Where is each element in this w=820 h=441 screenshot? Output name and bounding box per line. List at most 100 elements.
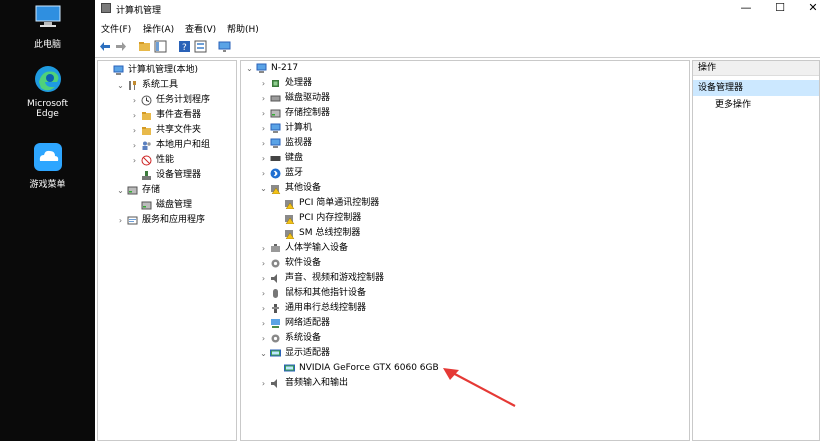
- computer-icon: [35, 5, 60, 27]
- chevron-right-icon[interactable]: ›: [130, 123, 139, 138]
- chevron-right-icon[interactable]: ›: [259, 106, 268, 121]
- console-tree-item-label: 计算机管理(本地): [128, 65, 199, 75]
- edge-shortcut[interactable]: Microsoft Edge: [0, 64, 95, 119]
- device-tree-item-label: PCI 内存控制器: [299, 213, 362, 223]
- chevron-right-icon[interactable]: ›: [259, 331, 268, 346]
- app-icon: [101, 3, 111, 13]
- menu-view[interactable]: 查看(V): [185, 22, 216, 35]
- chevron-right-icon[interactable]: ›: [259, 121, 268, 136]
- menu-help[interactable]: 帮助(H): [227, 22, 259, 35]
- keyboard-icon: [270, 153, 281, 164]
- chevron-down-icon[interactable]: ⌄: [116, 78, 125, 93]
- speaker-icon: [270, 378, 281, 389]
- chevron-right-icon[interactable]: ›: [130, 93, 139, 108]
- speaker-icon: [270, 273, 281, 284]
- desktop: 此电脑 Microsoft Edge 游戏菜单: [0, 0, 95, 441]
- computer-icon: [270, 123, 281, 134]
- chevron-right-icon[interactable]: ›: [259, 256, 268, 271]
- device-tree-item-label: 处理器: [285, 78, 313, 88]
- monitor-icon[interactable]: [218, 40, 231, 53]
- chevron-right-icon[interactable]: ›: [130, 108, 139, 123]
- chevron-right-icon[interactable]: ›: [259, 241, 268, 256]
- device-tree-item-label: 蓝牙: [285, 168, 304, 178]
- computer-icon: [270, 138, 281, 149]
- chevron-right-icon[interactable]: ›: [259, 76, 268, 91]
- task-scheduler-clock-icon: [141, 95, 152, 106]
- menu-file[interactable]: 文件(F): [101, 22, 131, 35]
- console-tree-item-label: 磁盘管理: [156, 200, 193, 210]
- chevron-right-icon[interactable]: ›: [130, 153, 139, 168]
- usb-icon: [270, 303, 281, 314]
- maximize-button[interactable]: ☐: [762, 0, 798, 18]
- chevron-right-icon[interactable]: ›: [259, 316, 268, 331]
- chevron-right-icon[interactable]: ›: [130, 138, 139, 153]
- chevron-right-icon[interactable]: ›: [259, 286, 268, 301]
- chevron-right-icon[interactable]: ›: [259, 376, 268, 391]
- device-manager-icon: [141, 170, 152, 181]
- properties-icon[interactable]: [194, 40, 207, 53]
- unknown-device-warning-icon: [284, 213, 295, 225]
- menu-action[interactable]: 操作(A): [143, 22, 174, 35]
- actions-group-device-manager[interactable]: 设备管理器: [693, 80, 819, 96]
- device-tree-item-label: 网络适配器: [285, 318, 331, 328]
- chevron-down-icon[interactable]: ⌄: [259, 346, 268, 361]
- up-folder-icon[interactable]: [138, 40, 151, 53]
- gear-icon: [270, 333, 281, 344]
- computer-icon: [256, 63, 267, 74]
- console-tree-item-label: 共享文件夹: [156, 125, 202, 135]
- close-button[interactable]: ✕: [795, 0, 820, 18]
- device-tree-item-label: 通用串行总线控制器: [285, 303, 367, 313]
- help-icon[interactable]: ?: [178, 40, 191, 53]
- console-tree-item-label: 任务计划程序: [156, 95, 211, 105]
- chevron-right-icon[interactable]: ›: [259, 271, 268, 286]
- device-tree-item-label: NVIDIA GeForce GTX 6060 6GB: [299, 363, 439, 373]
- desktop-icon-label: Microsoft Edge: [27, 99, 68, 119]
- show-hide-tree-icon[interactable]: [154, 40, 167, 53]
- minimize-button[interactable]: —: [728, 0, 764, 18]
- users-icon: [141, 140, 152, 151]
- device-tree-item-label: 音频输入和输出: [285, 378, 349, 388]
- device-tree-item-label: 软件设备: [285, 258, 322, 268]
- actions-pane: 操作 设备管理器 更多操作: [692, 60, 820, 441]
- device-tree-item-label: 磁盘驱动器: [285, 93, 331, 103]
- chevron-right-icon[interactable]: ›: [259, 166, 268, 181]
- forward-arrow-icon[interactable]: [114, 40, 127, 53]
- gear-icon: [270, 258, 281, 269]
- storage-icon: [141, 200, 152, 211]
- svg-text:?: ?: [182, 43, 187, 53]
- chevron-right-icon[interactable]: ›: [259, 151, 268, 166]
- device-tree-item-label: 声音、视频和游戏控制器: [285, 273, 385, 283]
- device-tree-item-label: 其他设备: [285, 183, 322, 193]
- storage-icon: [270, 108, 281, 119]
- chevron-right-icon[interactable]: ›: [259, 91, 268, 106]
- services-icon: [127, 215, 138, 226]
- chevron-down-icon[interactable]: ⌄: [116, 183, 125, 198]
- device-tree-item-label: 鼠标和其他指针设备: [285, 288, 367, 298]
- unknown-device-warning-icon: [284, 198, 295, 210]
- device-tree-item-label: 键盘: [285, 153, 304, 163]
- device-tree-item-label: 存储控制器: [285, 108, 331, 118]
- device-tree-item-label: N-217: [271, 63, 299, 73]
- chevron-down-icon[interactable]: ⌄: [245, 61, 254, 76]
- device-tree-item-label: 人体学输入设备: [285, 243, 349, 253]
- console-tree-item-label: 事件查看器: [156, 110, 202, 120]
- folder-icon: [141, 110, 152, 121]
- unknown-device-warning-icon: [284, 228, 295, 240]
- toolbar: ?: [95, 37, 820, 58]
- console-tree-pane: 计算机管理(本地) ⌄ 系统工具 › 任务计划程序 › 事件查看器 › 共享文件夹 › 本地用户和组…: [97, 60, 237, 441]
- chevron-right-icon[interactable]: ›: [259, 136, 268, 151]
- device-tree-item-label: PCI 简单通讯控制器: [299, 198, 380, 208]
- device-tree-item-label: 显示适配器: [285, 348, 331, 358]
- chevron-right-icon[interactable]: ›: [116, 213, 125, 228]
- game-menu-shortcut[interactable]: 游戏菜单: [0, 142, 95, 190]
- folder-icon: [141, 125, 152, 136]
- computer-management-window: 计算机管理 — ☐ ✕ 文件(F) 操作(A) 查看(V) 帮助(H) ? 计算…: [95, 0, 820, 441]
- chevron-down-icon[interactable]: ⌄: [259, 181, 268, 196]
- more-actions-link[interactable]: 更多操作: [693, 97, 819, 113]
- processor-icon: [270, 78, 281, 89]
- hid-icon: [270, 243, 281, 254]
- chevron-right-icon[interactable]: ›: [259, 301, 268, 316]
- console-tree-item-label: 设备管理器: [156, 170, 202, 180]
- back-arrow-icon[interactable]: [99, 40, 112, 53]
- this-pc-shortcut[interactable]: 此电脑: [0, 2, 95, 50]
